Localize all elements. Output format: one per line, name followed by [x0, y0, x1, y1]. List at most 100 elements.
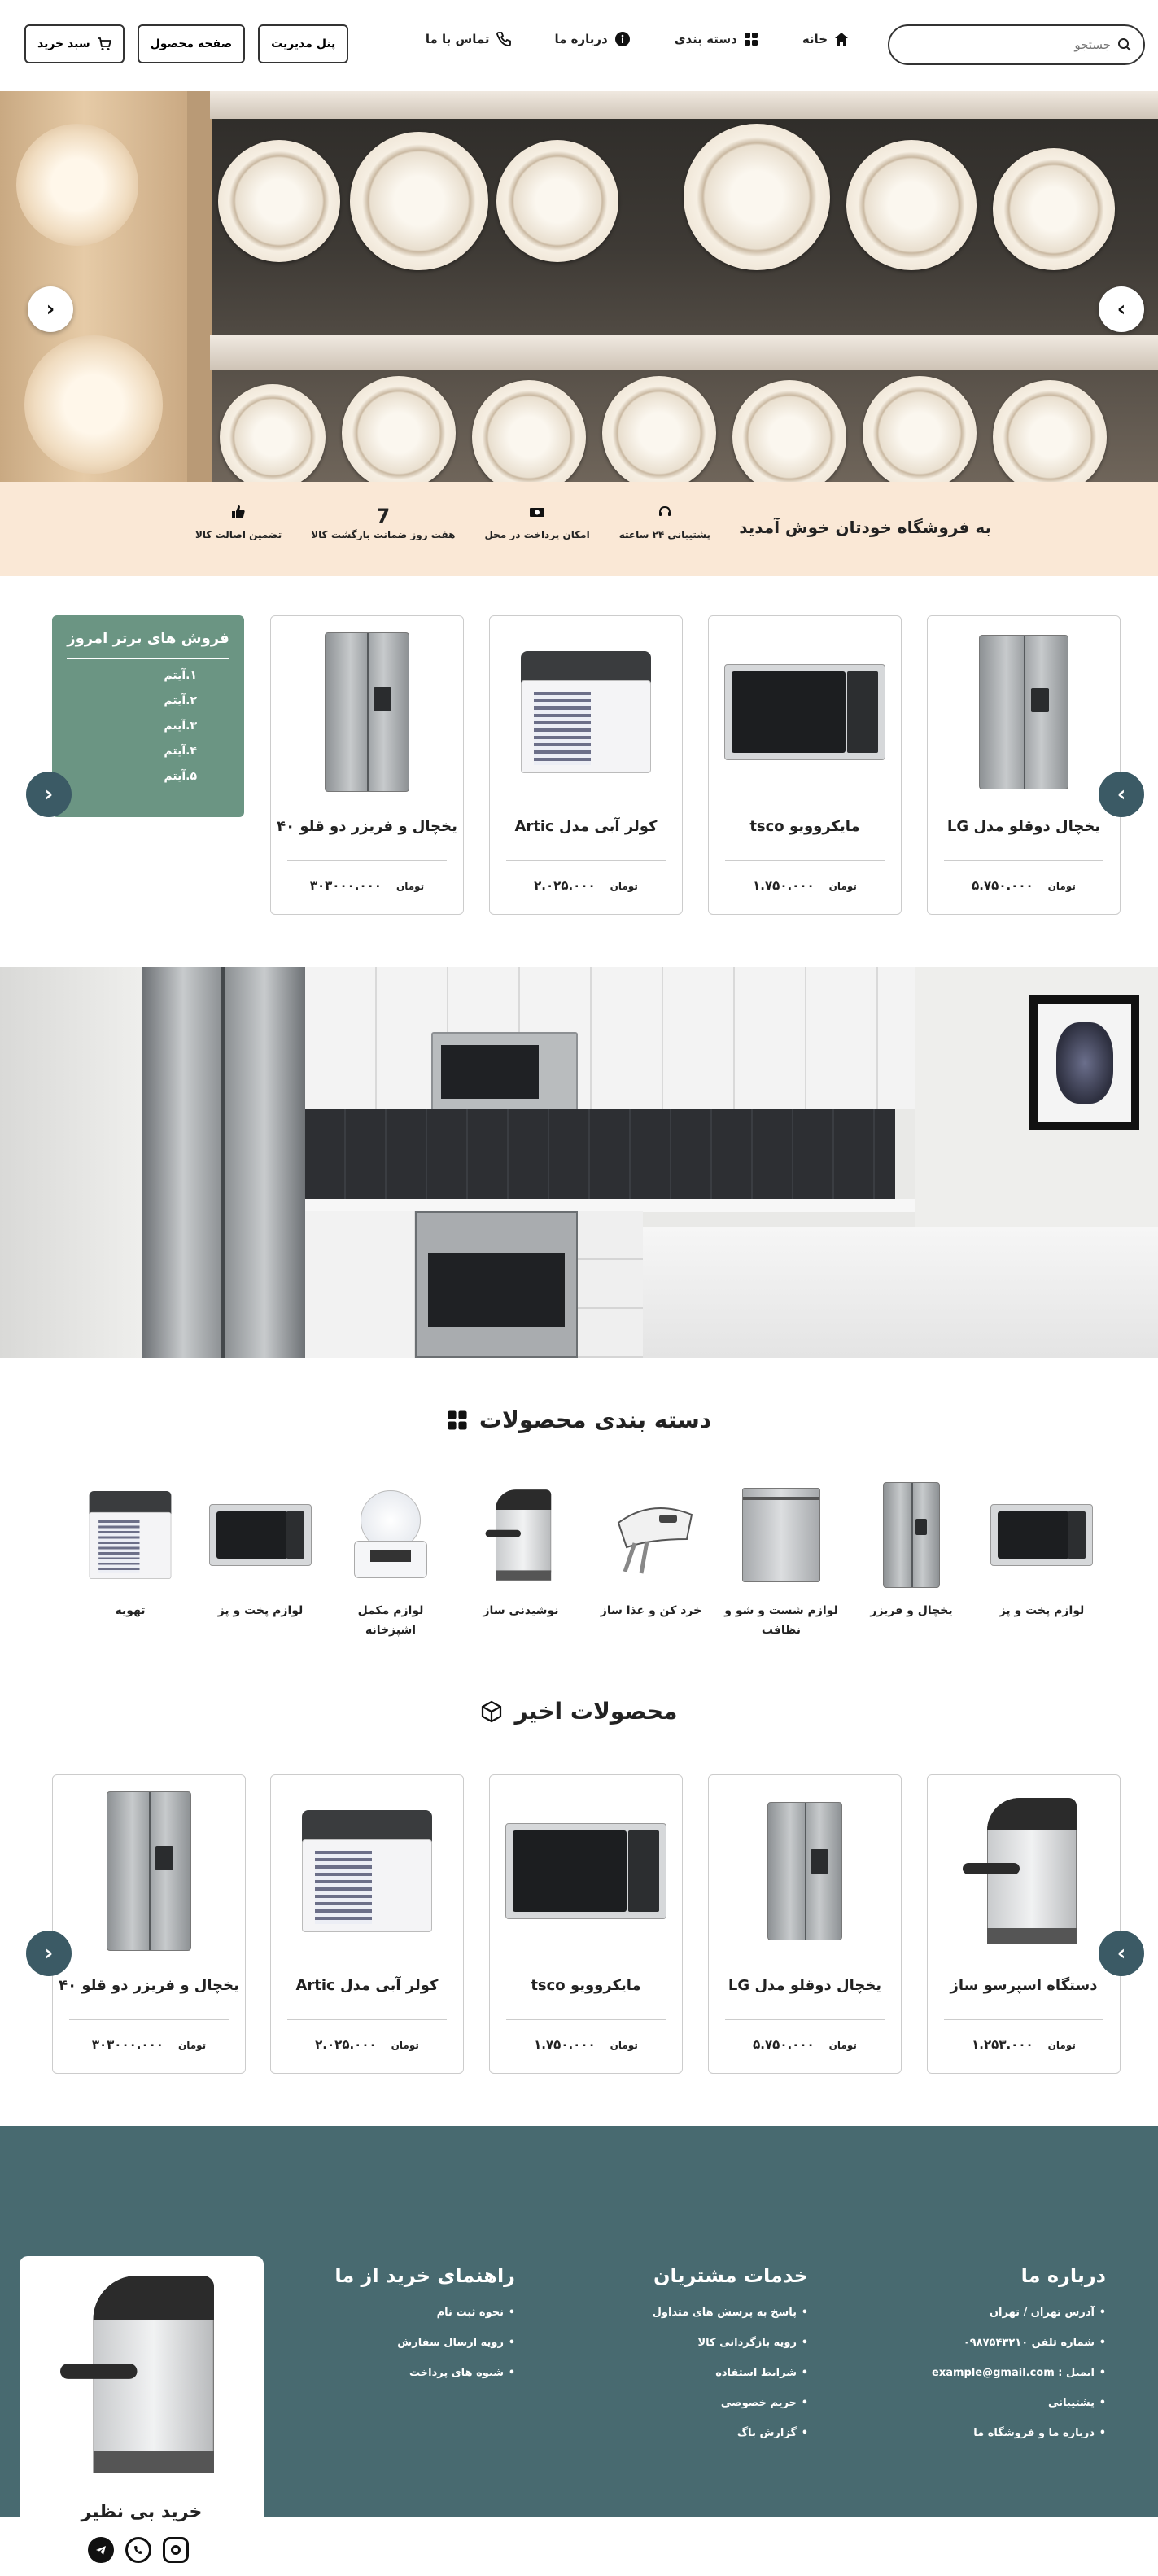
- footer-email[interactable]: ایمیل : example@gmail.com: [894, 2367, 1106, 2379]
- cooler-image: [521, 651, 651, 773]
- footer-link[interactable]: پاسخ به پرسش های متداول: [596, 2307, 808, 2319]
- product-page-button[interactable]: صفحه محصول: [137, 24, 246, 63]
- grid-icon: [448, 1410, 467, 1430]
- nav-about[interactable]: درباره ما: [555, 31, 631, 47]
- hero-plate: [496, 140, 618, 262]
- admin-panel-button[interactable]: پنل مدیریت: [258, 24, 349, 63]
- category-item[interactable]: تهویه: [73, 1478, 187, 1621]
- footer-link[interactable]: نحوه ثبت نام: [304, 2307, 515, 2319]
- hero-plate: [342, 376, 456, 482]
- footer-services-title: خدمات مشتریان: [653, 2264, 808, 2287]
- header-buttons: سبد خرید صفحه محصول پنل مدیریت: [24, 24, 349, 63]
- recent-title-text: محصولات اخیر: [514, 1698, 678, 1725]
- footer-link[interactable]: شیوه های پرداخت: [304, 2367, 515, 2379]
- category-item[interactable]: لوازم مکمل اشپزخانه: [334, 1478, 448, 1641]
- product-card[interactable]: یخچال و فریزر دو قلو ۴۰ تومان ۳۰۳۰۰۰.۰۰۰: [52, 1774, 246, 2074]
- price-value: ۲.۰۲۵.۰۰۰: [315, 2037, 377, 2052]
- product-card[interactable]: یخچال دوقلو مدل LG تومان ۵.۷۵۰.۰۰۰: [708, 1774, 902, 2074]
- chevron-left-icon: ‹: [44, 1941, 54, 1966]
- footer-support-link[interactable]: پشتیبانی: [894, 2397, 1106, 2409]
- product-card[interactable]: کولر آبی مدل Artic تومان ۲.۰۲۵.۰۰۰: [489, 615, 683, 915]
- product-image: [505, 631, 666, 794]
- footer-link[interactable]: گزارش باگ: [596, 2427, 808, 2439]
- category-image: [203, 1478, 317, 1592]
- top-products-prev-arrow[interactable]: ‹: [26, 772, 72, 817]
- chevron-left-icon: ‹: [44, 782, 54, 807]
- feature-return-label: هفت روز ضمانت بازگشت کالا: [311, 529, 456, 540]
- product-card[interactable]: یخچال و فریزر دو قلو ۴۰ تومان ۳۰۳۰۰۰.۰۰۰: [270, 615, 464, 915]
- price-value: ۵.۷۵۰.۰۰۰: [972, 878, 1033, 893]
- category-item[interactable]: یخچال و فریزر: [854, 1478, 968, 1621]
- hero-plate: [218, 140, 340, 262]
- grid-icon: [744, 33, 758, 46]
- search-input[interactable]: [901, 37, 1111, 52]
- hero-dish: [24, 335, 163, 474]
- kitchen-cabinets: [305, 967, 915, 1109]
- fridge-image: [883, 1482, 940, 1588]
- footer-address: آدرس تهران / تهران: [894, 2307, 1106, 2319]
- category-image: [73, 1478, 187, 1592]
- footer-link[interactable]: شرایط استفاده: [596, 2367, 808, 2379]
- whatsapp-icon[interactable]: [125, 2537, 151, 2563]
- telegram-icon[interactable]: [88, 2537, 114, 2563]
- best-seller-item[interactable]: ۲.آیتم: [52, 694, 197, 707]
- best-seller-item[interactable]: ۳.آیتم: [52, 719, 197, 733]
- category-item[interactable]: لوازم پخت و پز: [985, 1478, 1099, 1621]
- nav-categories[interactable]: دسته بندی: [675, 32, 758, 46]
- hero-next-arrow[interactable]: ›: [1099, 286, 1144, 332]
- product-card[interactable]: دستگاه اسپرسو ساز تومان ۱.۲۵۳.۰۰۰: [927, 1774, 1121, 2074]
- category-item[interactable]: نوشیدنی ساز: [464, 1478, 578, 1621]
- top-products-next-arrow[interactable]: ›: [1099, 772, 1144, 817]
- best-sellers-title: فروش های برتر امروز: [67, 630, 229, 659]
- category-item[interactable]: لوازم شست و شو و نظافت: [724, 1478, 838, 1641]
- footer-promo-card: [20, 2256, 264, 2517]
- category-label: تهویه: [115, 1604, 146, 1617]
- product-price: تومان ۳۰۳۰۰۰.۰۰۰: [53, 2037, 245, 2052]
- instagram-icon[interactable]: [163, 2537, 189, 2563]
- footer-link[interactable]: رویه بازگردانی کالا: [596, 2337, 808, 2349]
- hero-banner-dishes: ‹ ›: [0, 91, 1158, 482]
- product-name: دستگاه اسپرسو ساز: [950, 1977, 1098, 1994]
- recent-prev-arrow[interactable]: ‹: [26, 1931, 72, 1976]
- feature-authentic: تضمین اصالت کالا: [195, 505, 282, 540]
- headset-icon: [658, 505, 672, 523]
- chevron-right-icon: ›: [1116, 782, 1126, 807]
- footer-link[interactable]: حریم خصوصی: [596, 2397, 808, 2409]
- best-seller-item[interactable]: ۴.آیتم: [52, 745, 197, 758]
- product-card[interactable]: یخچال دوقلو مدل LG تومان ۵.۷۵۰.۰۰۰: [927, 615, 1121, 915]
- chevron-left-icon: ‹: [46, 297, 55, 321]
- footer-link[interactable]: رویه ارسال سفارش: [304, 2337, 515, 2349]
- nav-home[interactable]: خانه: [802, 32, 849, 46]
- product-price: تومان ۱.۷۵۰.۰۰۰: [709, 878, 901, 893]
- search-box[interactable]: [888, 24, 1145, 65]
- hero-prev-arrow[interactable]: ‹: [28, 286, 73, 332]
- best-seller-item[interactable]: ۱.آیتم: [52, 669, 197, 682]
- best-seller-item[interactable]: ۵.آیتم: [52, 770, 197, 783]
- espresso-image: [963, 1798, 1085, 1944]
- card-divider: [944, 860, 1103, 861]
- product-card[interactable]: مایکروویو tsco تومان ۱.۷۵۰.۰۰۰: [489, 1774, 683, 2074]
- product-card[interactable]: کولر آبی مدل Artic تومان ۲.۰۲۵.۰۰۰: [270, 1774, 464, 2074]
- search-icon[interactable]: [1117, 37, 1132, 52]
- admin-panel-button-label: پنل مدیریت: [271, 37, 336, 50]
- recent-next-arrow[interactable]: ›: [1099, 1931, 1144, 1976]
- hero-plate: [993, 380, 1107, 482]
- category-label: لوازم مکمل اشپزخانه: [357, 1604, 424, 1637]
- nav-contact[interactable]: تماس با ما: [426, 32, 511, 46]
- footer-about-link[interactable]: درباره ما و فروشگاه ما: [894, 2427, 1106, 2439]
- price-currency: تومان: [395, 881, 425, 892]
- fridge-image: [767, 1802, 842, 1940]
- product-card[interactable]: مایکروویو tsco تومان ۱.۷۵۰.۰۰۰: [708, 615, 902, 915]
- footer-about-list: آدرس تهران / تهران شماره تلفن ۰۹۸۷۵۴۳۲۱۰…: [894, 2307, 1106, 2439]
- feature-cash-label: امکان پرداخت در محل: [484, 529, 590, 540]
- fridge-image: [979, 635, 1068, 789]
- price-value: ۱.۷۵۰.۰۰۰: [534, 2037, 596, 2052]
- category-item[interactable]: خرد کن و غذا ساز: [594, 1478, 708, 1621]
- kitchen-island: [643, 1227, 1158, 1358]
- hero-plate: [863, 376, 977, 482]
- hero-plate: [220, 384, 326, 482]
- cart-button[interactable]: سبد خرید: [24, 24, 125, 63]
- category-item[interactable]: لوازم پخت و پز: [203, 1478, 317, 1621]
- kitchen-drawers: [578, 1211, 643, 1358]
- category-label: یخچال و فریزر: [870, 1604, 953, 1617]
